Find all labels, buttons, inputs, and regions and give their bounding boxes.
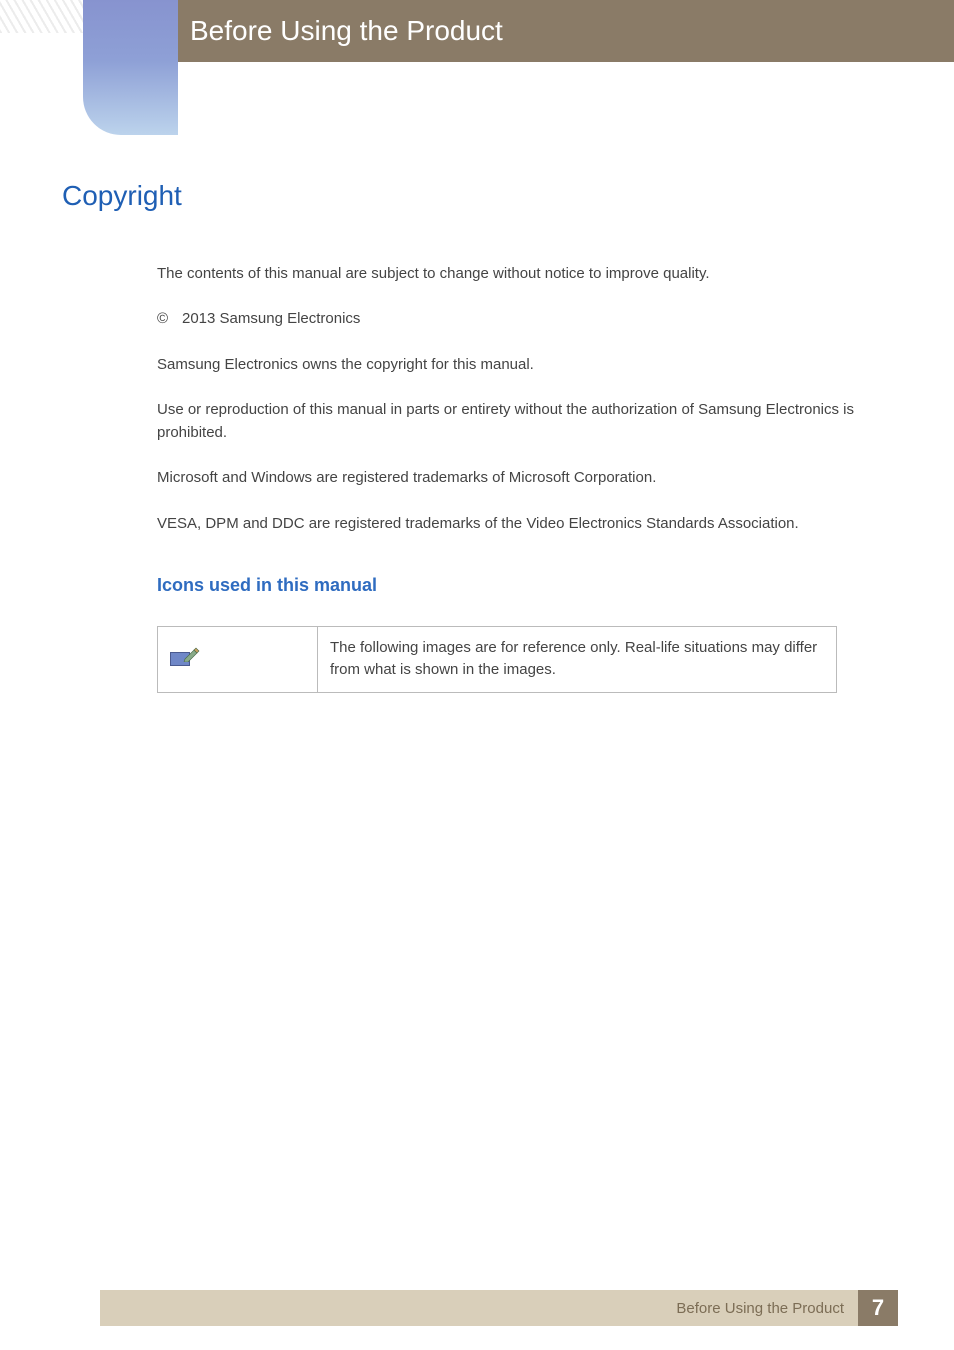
- copyright-text: 2013 Samsung Electronics: [182, 307, 360, 330]
- page-number: 7: [858, 1290, 898, 1326]
- icon-cell: [158, 626, 318, 692]
- icon-description: The following images are for reference o…: [318, 626, 837, 692]
- paragraph: VESA, DPM and DDC are registered tradema…: [157, 512, 892, 535]
- paragraph: The contents of this manual are subject …: [157, 262, 892, 285]
- subheading-icons: Icons used in this manual: [157, 575, 892, 596]
- reference-image-icon: [170, 646, 198, 666]
- chapter-title: Before Using the Product: [190, 15, 503, 47]
- copyright-line: © 2013 Samsung Electronics: [157, 307, 892, 330]
- section-body: The contents of this manual are subject …: [157, 262, 892, 693]
- page-footer: Before Using the Product 7: [0, 1290, 954, 1326]
- section-title: Copyright: [62, 180, 892, 212]
- chapter-header-bar: Before Using the Product: [178, 0, 954, 62]
- table-row: The following images are for reference o…: [158, 626, 837, 692]
- page-content: Copyright The contents of this manual ar…: [62, 180, 892, 693]
- copyright-symbol: ©: [157, 307, 172, 330]
- paragraph: Use or reproduction of this manual in pa…: [157, 398, 892, 445]
- chapter-tab-decoration: [83, 0, 178, 135]
- icons-table: The following images are for reference o…: [157, 626, 837, 693]
- paragraph: Microsoft and Windows are registered tra…: [157, 466, 892, 489]
- paragraph: Samsung Electronics owns the copyright f…: [157, 353, 892, 376]
- footer-label: Before Using the Product: [100, 1290, 858, 1326]
